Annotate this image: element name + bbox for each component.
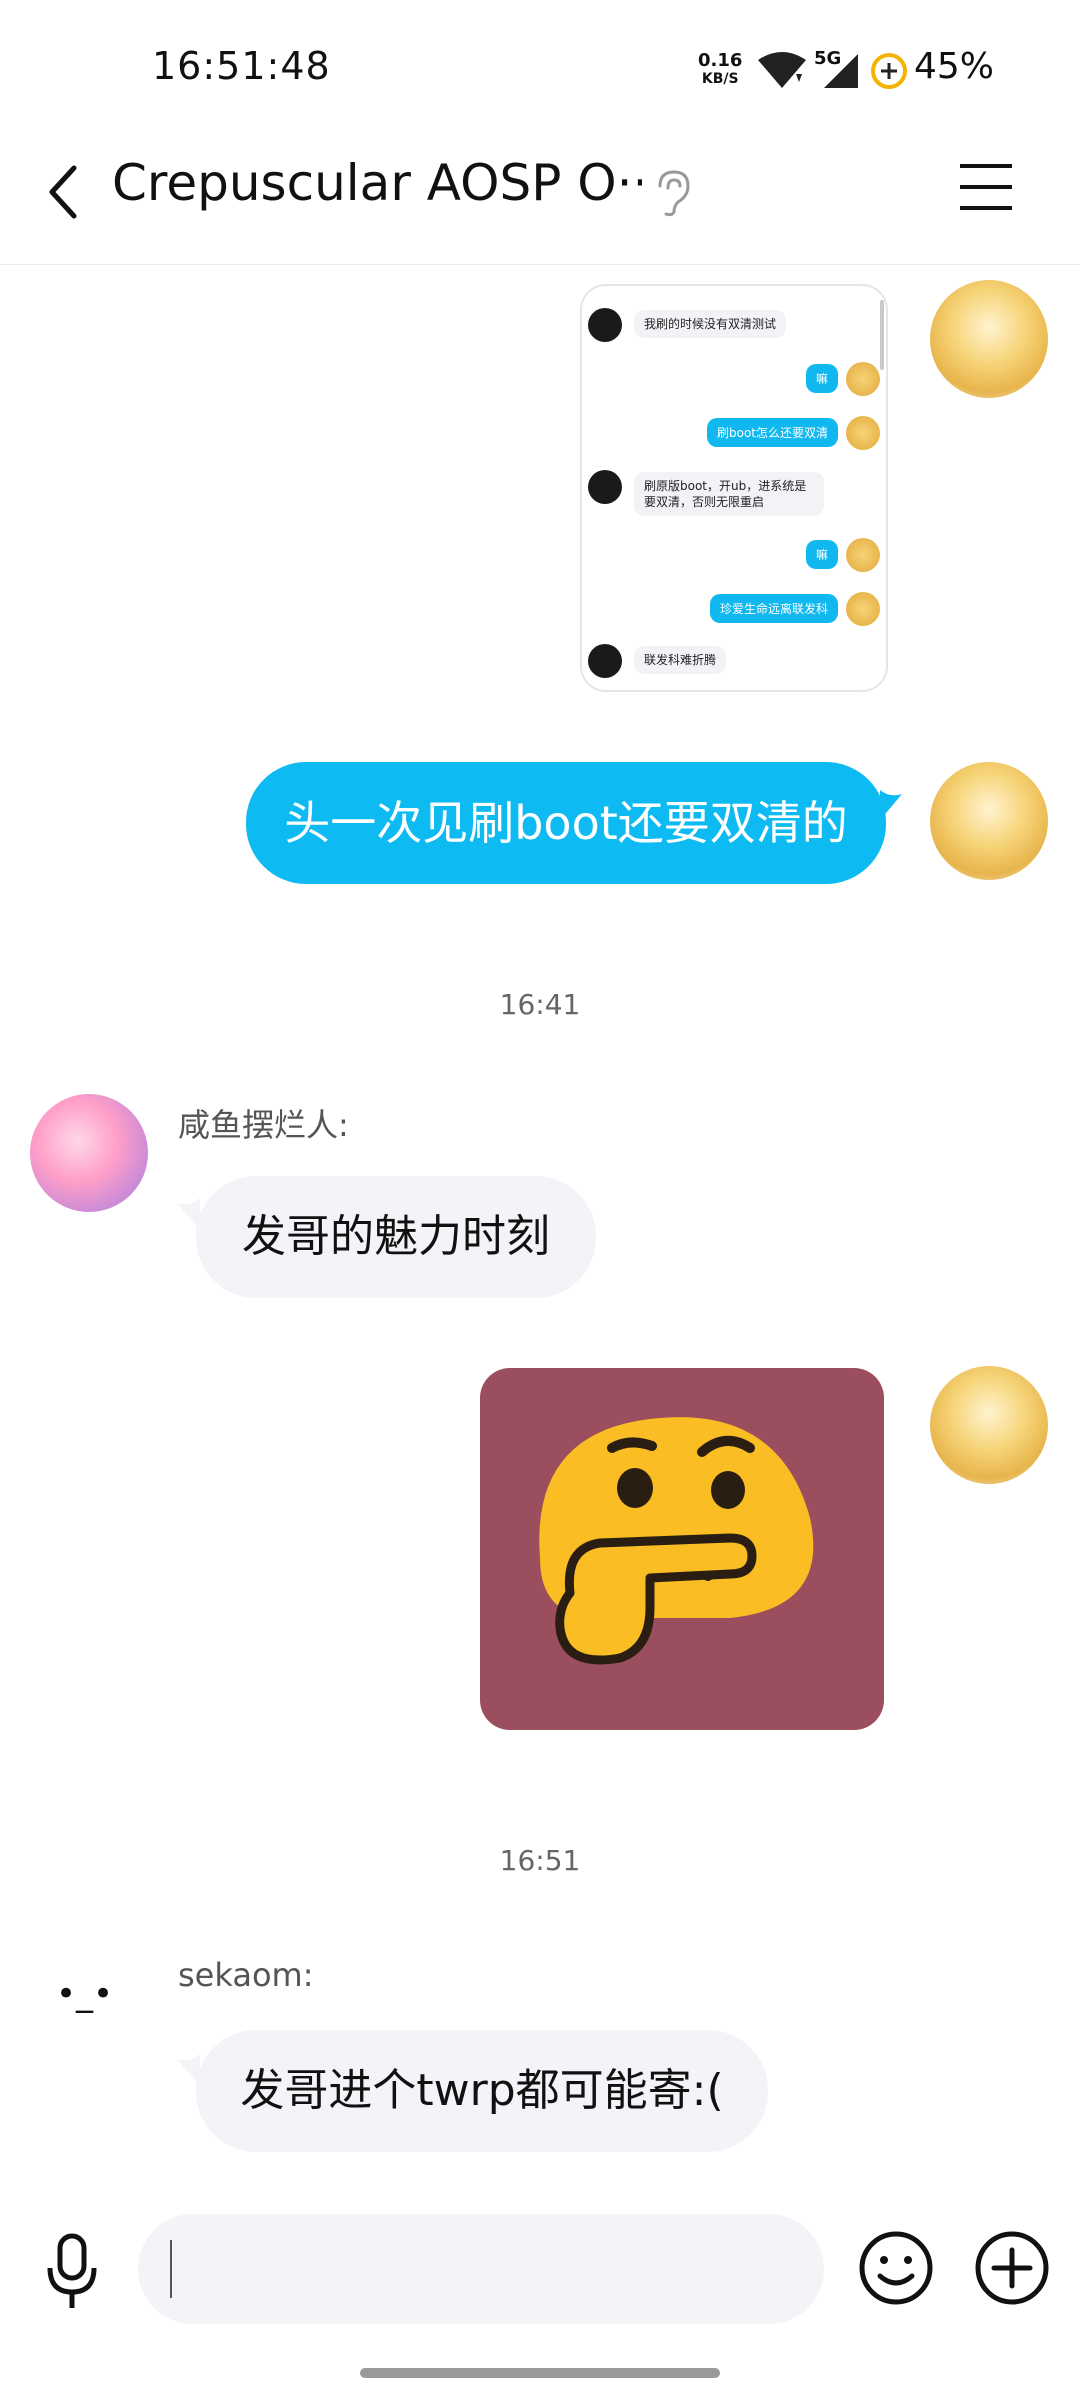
thumbnail-avatar [846,592,880,626]
battery-percentage: 45% [914,46,995,87]
message-bubble[interactable]: 发哥进个twrp都可能寄:( [196,2030,768,2152]
thumbnail-avatar [588,644,622,678]
wifi-icon [758,52,806,88]
thumbnail-avatar [588,308,622,342]
battery-saver-icon [871,53,907,89]
ear-icon[interactable] [652,168,694,218]
thumbnail-message: 嘛 [582,358,886,400]
self-avatar[interactable] [930,1366,1048,1484]
thumbnail-message: 我刷的时候没有双清测试 [582,304,886,346]
chat-title: Crepuscular AOSP O··· [112,154,642,212]
back-button[interactable] [44,162,84,222]
network-speed-value: 0.16 [698,50,743,71]
emoji-button[interactable] [858,2230,934,2306]
thumbnail-bubble: 嘛 [805,364,838,393]
thumbnail-bubble: 嘛 [805,540,838,569]
network-speed: 0.16 KB/S [698,52,742,88]
menu-button[interactable] [958,160,1014,214]
thinking-face-sticker[interactable] [480,1368,884,1730]
thumbnail-avatar [846,362,880,396]
sender-name: sekaom: [178,1956,314,1994]
thumbnail-message: 刷原版boot，开ub，进系统是要双清，否则无限重启 [582,466,886,526]
add-attachment-button[interactable] [974,2230,1050,2306]
signal-icon [824,54,858,88]
sender-name: 咸鱼摆烂人: [178,1106,349,1144]
thumbnail-message: 联发科难折腾 [582,640,886,682]
thumbnail-bubble: 珍爱生命远离联发科 [709,594,838,623]
self-avatar[interactable] [930,280,1048,398]
home-indicator[interactable] [360,2368,720,2378]
time-separator: 16:41 [499,988,581,1021]
microphone-button[interactable] [44,2232,100,2312]
thinking-face-icon [539,1417,814,1665]
thumbnail-bubble: 刷boot怎么还要双清 [706,418,838,447]
bubble-tail [880,790,902,820]
message-input[interactable] [138,2214,824,2324]
thumbnail-bubble: 联发科难折腾 [634,646,727,674]
thumbnail-message: 刷boot怎么还要双清 [582,412,886,454]
thumbnail-message: 嘛 [582,534,886,576]
self-message-bubble[interactable]: 头一次见刷boot还要双清的 [246,762,886,884]
thumbnail-message: 珍爱生命远离联发科 [582,588,886,630]
sender-avatar[interactable] [30,1094,148,1212]
thumbnail-bubble: 我刷的时候没有双清测试 [634,310,787,338]
thumbnail-bubble: 刷原版boot，开ub，进系统是要双清，否则无限重启 [634,472,824,516]
sender-avatar[interactable]: •_• [56,1974,113,2014]
thumbnail-avatar [846,538,880,572]
network-speed-unit: KB/S [701,71,739,87]
message-bubble[interactable]: 发哥的魅力时刻 [196,1176,596,1298]
status-time: 16:51:48 [152,44,331,88]
time-separator: 16:51 [499,1844,581,1877]
thumbnail-avatar [588,470,622,504]
text-cursor [170,2240,172,2298]
screenshot-image[interactable]: 我刷的时候没有双清测试 嘛 刷boot怎么还要双清 刷原版boot，开ub，进系… [580,284,888,692]
self-avatar[interactable] [930,762,1048,880]
thumbnail-avatar [846,416,880,450]
